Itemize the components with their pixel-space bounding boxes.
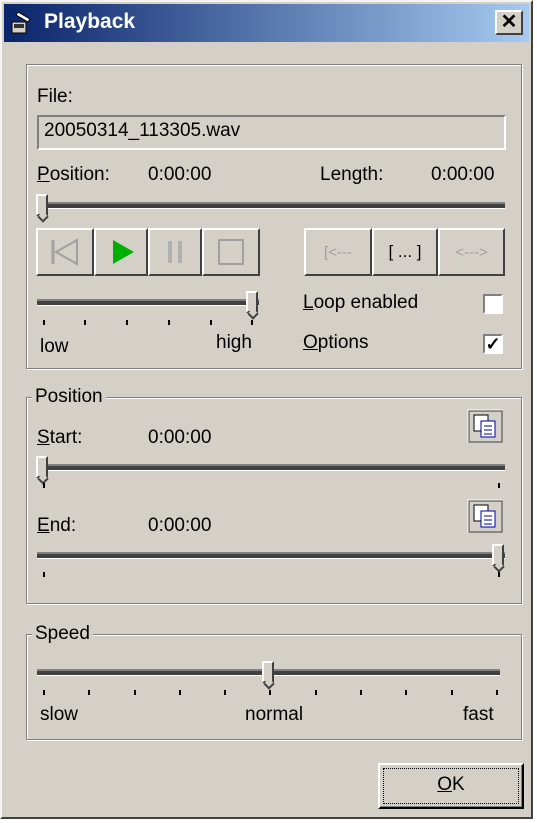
position-track xyxy=(37,202,505,209)
mark-end-button[interactable]: <---> xyxy=(438,228,505,276)
loop-checkbox[interactable] xyxy=(483,294,503,314)
start-value: 0:00:00 xyxy=(148,427,212,448)
mark-start-label: [<--- xyxy=(324,243,352,261)
start-track xyxy=(37,464,505,471)
loop-label: Loop enabled xyxy=(303,292,419,313)
start-tick xyxy=(43,483,45,488)
start-label: Start: xyxy=(37,427,83,448)
main-group xyxy=(26,64,522,369)
copy-end-icon[interactable] xyxy=(467,499,503,533)
position-label: Position: xyxy=(37,164,110,185)
end-slider-thumb[interactable] xyxy=(492,544,504,566)
options-checkbox[interactable]: ✓ xyxy=(483,334,503,354)
position-value: 0:00:00 xyxy=(148,164,212,185)
close-icon: ✕ xyxy=(500,11,518,33)
speed-tick xyxy=(451,690,453,695)
speed-tick xyxy=(134,690,136,695)
ok-button[interactable]: OK xyxy=(378,763,524,809)
mark-range-button[interactable]: [ ... ] xyxy=(372,228,438,276)
volume-track xyxy=(37,299,259,306)
play-button[interactable] xyxy=(94,228,148,276)
options-label: Options xyxy=(303,332,369,353)
mark-start-button[interactable]: [<--- xyxy=(304,228,372,276)
volume-low-label: low xyxy=(40,336,69,357)
position-group-legend: Position xyxy=(32,386,106,408)
position-slider-thumb[interactable] xyxy=(36,194,48,216)
mark-range-label: [ ... ] xyxy=(388,242,422,261)
volume-tick xyxy=(210,320,212,325)
playback-window: Playback ✕ File: 20050314_113305.wav Pos… xyxy=(0,0,533,819)
pause-icon xyxy=(168,241,182,263)
start-tick xyxy=(498,483,500,488)
volume-high-label: high xyxy=(216,332,252,353)
volume-tick xyxy=(84,320,86,325)
length-label: Length: xyxy=(320,164,384,185)
speed-group-legend: Speed xyxy=(32,623,93,645)
speed-tick xyxy=(88,690,90,695)
speaker-icon xyxy=(11,11,31,34)
volume-tick xyxy=(43,320,45,325)
end-tick xyxy=(43,572,45,577)
position-group xyxy=(26,397,522,604)
skip-back-icon xyxy=(51,238,78,266)
speed-tick xyxy=(179,690,181,695)
speed-tick xyxy=(315,690,317,695)
skip-back-button[interactable] xyxy=(36,228,94,276)
speed-tick xyxy=(360,690,362,695)
end-track xyxy=(37,552,505,559)
mark-end-label: <---> xyxy=(455,243,488,261)
speed-tick xyxy=(224,690,226,695)
title-bar[interactable]: Playback ✕ xyxy=(4,4,529,42)
file-label: File: xyxy=(37,86,73,107)
volume-tick xyxy=(168,320,170,325)
speed-slow-label: slow xyxy=(40,704,79,725)
speed-fast-label: fast xyxy=(463,704,494,725)
speed-tick xyxy=(405,690,407,695)
speed-slider-thumb[interactable] xyxy=(262,661,274,683)
play-icon xyxy=(113,240,134,264)
stop-icon xyxy=(218,239,244,265)
file-field[interactable]: 20050314_113305.wav xyxy=(37,115,506,150)
volume-tick xyxy=(126,320,128,325)
speed-tick xyxy=(269,690,271,695)
copy-start-icon[interactable] xyxy=(467,409,503,443)
volume-tick xyxy=(251,320,253,325)
end-tick xyxy=(498,572,500,577)
end-label: End: xyxy=(37,515,77,536)
stop-button[interactable] xyxy=(202,228,260,276)
volume-slider-thumb[interactable] xyxy=(246,291,258,313)
speed-tick xyxy=(43,690,45,695)
close-button[interactable]: ✕ xyxy=(495,10,523,35)
speed-normal-label: normal xyxy=(245,704,304,725)
speed-tick xyxy=(496,690,498,695)
length-value: 0:00:00 xyxy=(431,164,495,185)
window-title: Playback xyxy=(44,10,136,33)
pause-button[interactable] xyxy=(148,228,202,276)
check-icon: ✓ xyxy=(485,334,501,354)
start-slider-thumb[interactable] xyxy=(36,456,48,478)
end-value: 0:00:00 xyxy=(148,515,212,536)
